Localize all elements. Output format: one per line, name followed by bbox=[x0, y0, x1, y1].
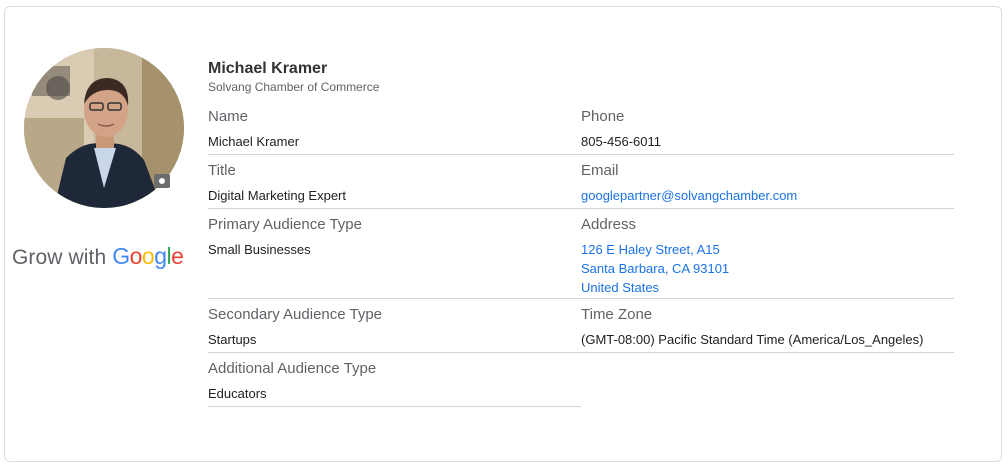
field-value: Startups bbox=[208, 332, 257, 347]
field-label: Address bbox=[581, 216, 637, 233]
brand-prefix: Grow with bbox=[12, 246, 107, 269]
address-line-3: United States bbox=[581, 280, 660, 295]
field-address: Address 126 E Haley Street, A15 Santa Ba… bbox=[581, 216, 954, 299]
field-title: Title Digital Marketing Expert bbox=[208, 162, 581, 209]
field-label: Secondary Audience Type bbox=[208, 306, 383, 323]
field-label: Email bbox=[581, 162, 619, 179]
field-name: Name Michael Kramer bbox=[208, 108, 581, 155]
field-value: Digital Marketing Expert bbox=[208, 188, 346, 203]
email-link[interactable]: googlepartner@solvangchamber.com bbox=[581, 186, 797, 205]
field-label: Additional Audience Type bbox=[208, 360, 377, 377]
google-letter: g bbox=[154, 243, 167, 269]
google-wordmark: Google bbox=[112, 243, 184, 269]
camera-icon[interactable] bbox=[154, 174, 170, 188]
field-primary-audience: Primary Audience Type Small Businesses bbox=[208, 216, 581, 299]
field-additional-audience: Additional Audience Type Educators bbox=[208, 360, 581, 407]
field-label: Primary Audience Type bbox=[208, 216, 362, 233]
field-value: 805-456-6011 bbox=[581, 134, 661, 149]
field-phone: Phone 805-456-6011 bbox=[581, 108, 954, 155]
address-link[interactable]: 126 E Haley Street, A15 Santa Barbara, C… bbox=[581, 240, 729, 297]
field-label: Time Zone bbox=[581, 306, 653, 323]
field-value: Educators bbox=[208, 386, 267, 401]
field-value: Small Businesses bbox=[208, 242, 311, 257]
field-label: Phone bbox=[581, 108, 625, 125]
field-value: Michael Kramer bbox=[208, 134, 300, 149]
field-label: Title bbox=[208, 162, 236, 179]
google-letter: e bbox=[171, 243, 184, 269]
profile-organization: Solvang Chamber of Commerce bbox=[208, 80, 380, 94]
field-time-zone: Time Zone (GMT-08:00) Pacific Standard T… bbox=[581, 306, 954, 353]
google-letter: o bbox=[129, 243, 143, 269]
field-email: Email googlepartner@solvangchamber.com bbox=[581, 162, 954, 209]
field-value: (GMT-08:00) Pacific Standard Time (Ameri… bbox=[581, 332, 924, 347]
address-line-1: 126 E Haley Street, A15 bbox=[581, 242, 720, 257]
profile-name: Michael Kramer bbox=[208, 60, 328, 77]
google-letter: o bbox=[141, 243, 155, 269]
field-secondary-audience: Secondary Audience Type Startups bbox=[208, 306, 581, 353]
address-line-2: Santa Barbara, CA 93101 bbox=[581, 261, 730, 276]
grow-with-google-logo: Grow with Google bbox=[12, 243, 184, 270]
google-letter: G bbox=[112, 243, 130, 269]
field-label: Name bbox=[208, 108, 249, 125]
